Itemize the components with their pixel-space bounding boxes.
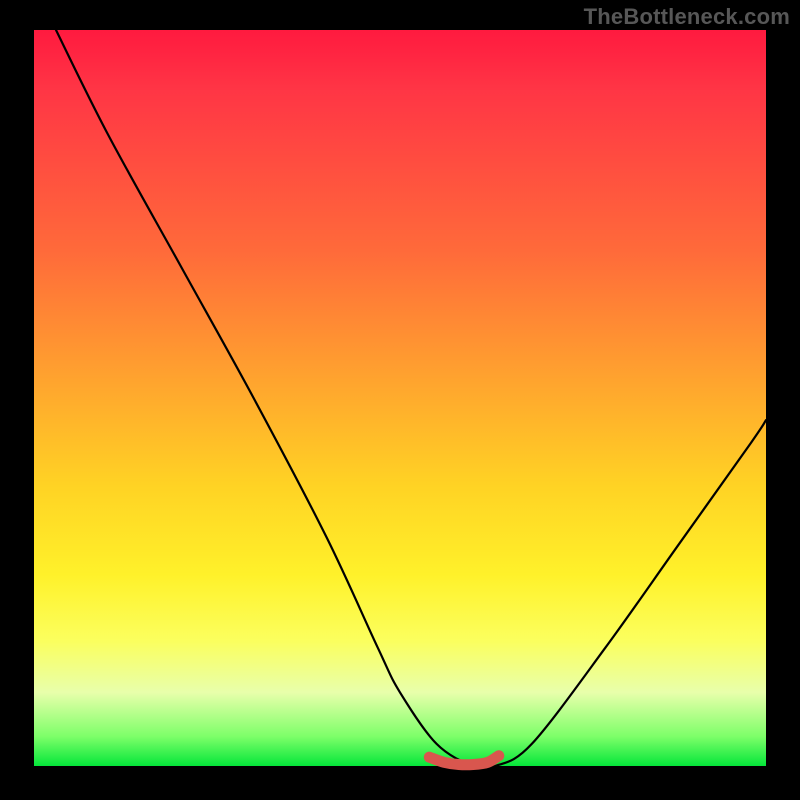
curve-layer — [34, 30, 766, 766]
plot-area — [34, 30, 766, 766]
watermark-label: TheBottleneck.com — [584, 4, 790, 30]
optimal-band — [429, 756, 499, 765]
chart-frame: TheBottleneck.com — [0, 0, 800, 800]
bottleneck-curve — [56, 30, 766, 769]
